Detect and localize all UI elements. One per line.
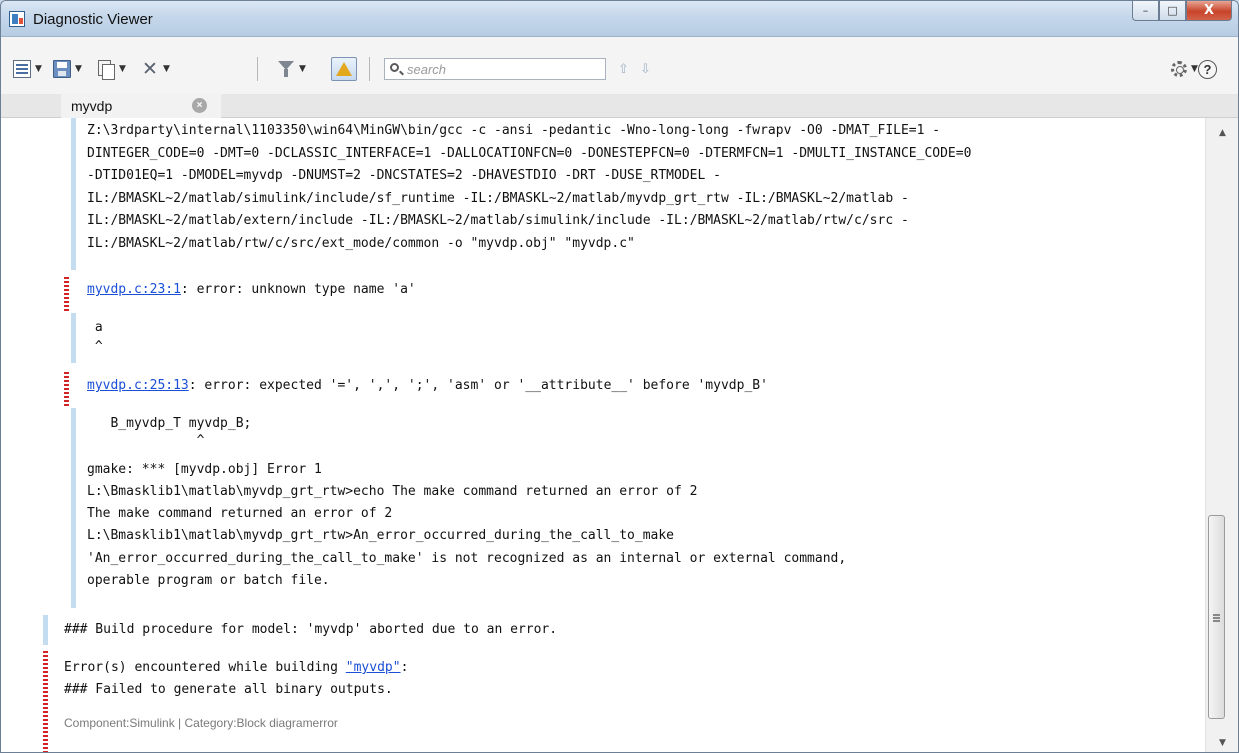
scroll-up-arrow-icon[interactable]: ▲ xyxy=(1219,128,1226,138)
tab-label: myvdp xyxy=(71,98,113,114)
command-line: -DTID01EQ=1 -DMODEL=myvdp -DNUMST=2 -DNC… xyxy=(87,168,721,183)
grip-icon xyxy=(1213,614,1220,616)
help-button[interactable]: ? xyxy=(1198,60,1217,79)
make-output-line: 'An_error_occurred_during_the_call_to_ma… xyxy=(87,551,847,566)
diagnostic-viewer-window: Diagnostic Viewer – □ X ▼ ▼ ▼ ✕ ▼ ▼ sear… xyxy=(0,0,1239,753)
build-aborted-message: ### Build procedure for model: 'myvdp' a… xyxy=(64,622,558,637)
make-output-line: operable program or batch file. xyxy=(87,573,330,588)
next-result-button[interactable]: ⇩ xyxy=(640,62,651,77)
warning-icon xyxy=(331,57,357,81)
command-line: IL:/BMASKL~2/matlab/simulink/include/sf_… xyxy=(87,191,909,206)
error-message: myvdp.c:25:13: error: expected '=', ',',… xyxy=(87,375,768,396)
error-text: : error: expected '=', ',', ';', 'asm' o… xyxy=(188,378,768,393)
make-output-line: The make command returned an error of 2 xyxy=(87,506,393,521)
chevron-down-icon: ▼ xyxy=(299,64,306,74)
scrollbar-thumb[interactable] xyxy=(1208,515,1225,719)
close-button[interactable]: X xyxy=(1186,1,1232,21)
info-marker xyxy=(43,615,48,645)
chevron-down-icon: ▼ xyxy=(35,64,42,74)
view-menu-button[interactable]: ▼ xyxy=(13,57,42,81)
chevron-down-icon: ▼ xyxy=(1191,64,1198,74)
make-output-line: L:\Bmasklib1\matlab\myvdp_grt_rtw>echo T… xyxy=(87,484,698,499)
error-message: myvdp.c:23:1: error: unknown type name '… xyxy=(87,279,416,300)
save-menu-button[interactable]: ▼ xyxy=(53,57,82,81)
minimize-button[interactable]: – xyxy=(1132,1,1159,21)
error-text: : error: unknown type name 'a' xyxy=(180,282,416,297)
code-snippet-line: a xyxy=(87,320,103,335)
search-box[interactable] xyxy=(384,58,606,80)
copy-menu-button[interactable]: ▼ xyxy=(97,57,126,81)
model-link[interactable]: "myvdp" xyxy=(346,660,401,675)
error-marker xyxy=(64,277,69,311)
tab-close-icon[interactable]: × xyxy=(192,98,207,113)
toolbar-separator xyxy=(369,57,370,81)
build-error-detail: ### Failed to generate all binary output… xyxy=(64,682,393,697)
info-marker xyxy=(71,118,76,270)
info-marker xyxy=(71,408,76,608)
title-bar: Diagnostic Viewer – □ X xyxy=(1,1,1238,37)
clear-icon: ✕ xyxy=(142,58,158,80)
error-location-link[interactable]: myvdp.c:25:13 xyxy=(87,378,189,393)
code-snippet-line: ^ xyxy=(87,339,103,354)
code-snippet-line: ^ xyxy=(87,433,205,448)
toolbar: ▼ ▼ ▼ ✕ ▼ ▼ ⇧ ⇩ ▼ xyxy=(1,53,1238,87)
summary-prefix: Error(s) encountered while building xyxy=(64,660,346,675)
tab-myvdp[interactable]: myvdp × xyxy=(61,94,221,118)
gear-icon xyxy=(1171,61,1187,77)
command-line: IL:/BMASKL~2/matlab/rtw/c/src/ext_mode/c… xyxy=(87,236,635,251)
toolbar-separator xyxy=(257,57,258,81)
tab-bar: myvdp × xyxy=(1,94,1238,118)
chevron-down-icon: ▼ xyxy=(163,64,170,74)
info-marker xyxy=(71,313,76,363)
maximize-button[interactable]: □ xyxy=(1159,1,1186,21)
diagnostic-category: Component:Simulink | Category:Block diag… xyxy=(64,716,338,730)
clear-menu-button[interactable]: ✕ ▼ xyxy=(141,57,170,81)
window-controls: – □ X xyxy=(1132,1,1232,22)
error-location-link[interactable]: myvdp.c:23:1 xyxy=(87,282,181,297)
list-view-icon xyxy=(13,60,31,78)
copy-icon xyxy=(97,60,115,80)
chevron-down-icon: ▼ xyxy=(119,64,126,74)
settings-menu-button[interactable]: ▼ xyxy=(1171,61,1198,77)
search-icon xyxy=(390,63,399,72)
app-icon xyxy=(9,11,25,27)
chevron-down-icon: ▼ xyxy=(75,64,82,74)
vertical-scrollbar[interactable]: ▲ ▼ xyxy=(1205,118,1238,752)
make-output-line: L:\Bmasklib1\matlab\myvdp_grt_rtw>An_err… xyxy=(87,528,674,543)
window-title: Diagnostic Viewer xyxy=(33,11,153,28)
scroll-down-arrow-icon[interactable]: ▼ xyxy=(1219,738,1226,748)
diagnostic-log: Z:\3rdparty\internal\1103350\win64\MinGW… xyxy=(1,118,1205,752)
error-marker xyxy=(64,372,69,406)
filter-icon xyxy=(277,60,295,78)
previous-result-button[interactable]: ⇧ xyxy=(618,62,629,77)
command-line: DINTEGER_CODE=0 -DMT=0 -DCLASSIC_INTERFA… xyxy=(87,146,972,161)
summary-suffix: : xyxy=(400,660,409,675)
save-icon xyxy=(53,60,71,78)
search-input[interactable] xyxy=(405,60,601,78)
make-output-line: gmake: *** [myvdp.obj] Error 1 xyxy=(87,462,322,477)
build-error-summary: Error(s) encountered while building "myv… xyxy=(64,657,408,678)
error-marker xyxy=(43,651,48,752)
filter-menu-button[interactable]: ▼ xyxy=(277,57,306,81)
warning-toggle-button[interactable] xyxy=(331,57,357,81)
command-line: IL:/BMASKL~2/matlab/extern/include -IL:/… xyxy=(87,213,909,228)
command-line: Z:\3rdparty\internal\1103350\win64\MinGW… xyxy=(87,123,941,138)
